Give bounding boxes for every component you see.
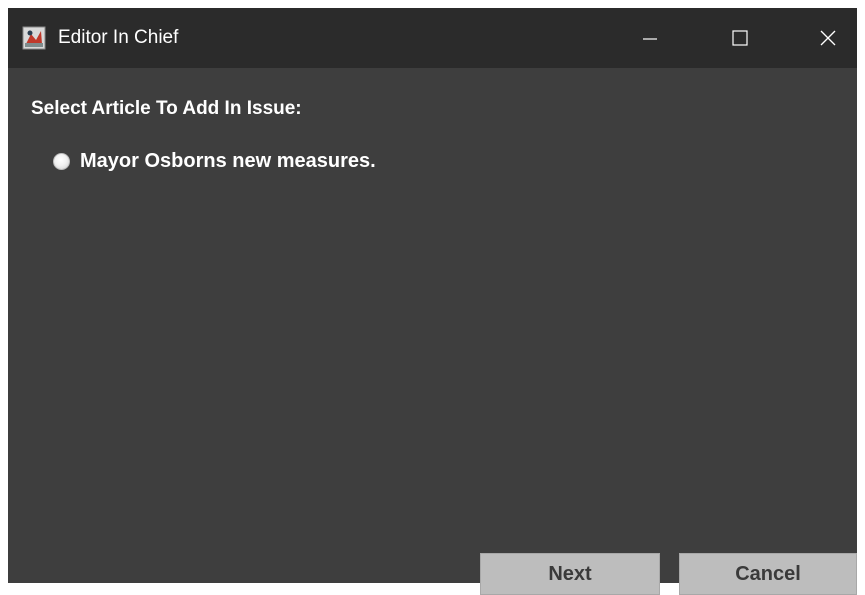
dialog-window: Editor In Chief Select Article To Add In… [8,8,857,595]
dialog-content: Select Article To Add In Issue: Mayor Os… [8,68,857,595]
cancel-button[interactable]: Cancel [679,553,857,595]
maximize-button[interactable] [710,8,770,68]
article-radio-button[interactable] [53,153,70,170]
window-title: Editor In Chief [58,27,179,48]
title-bar[interactable]: Editor In Chief [8,8,857,68]
close-button[interactable] [798,8,858,68]
java-app-icon [22,26,46,50]
select-article-prompt: Select Article To Add In Issue: [31,98,302,119]
close-icon [820,30,836,46]
maximize-icon [732,30,748,46]
minimize-button[interactable] [620,8,680,68]
article-option[interactable]: Mayor Osborns new measures. [53,150,376,173]
minimize-icon [643,38,657,40]
article-label[interactable]: Mayor Osborns new measures. [80,150,376,173]
next-button[interactable]: Next [480,553,660,595]
